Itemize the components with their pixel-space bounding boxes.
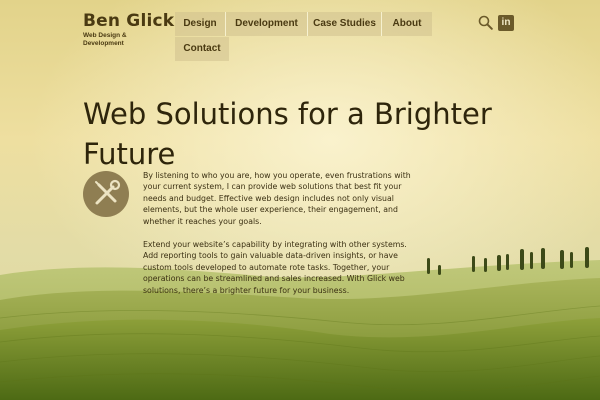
intro-text: By listening to who you are, how you ope… [143, 170, 411, 308]
nav-item-contact[interactable]: Contact [175, 37, 229, 61]
nav-item-label: Contact [183, 43, 221, 54]
search-icon[interactable] [478, 15, 493, 30]
intro-paragraph: Extend your website’s capability by inte… [143, 240, 407, 295]
nav-item-label: About [392, 18, 422, 29]
brand-logo[interactable]: Ben Glick Web Design & Development [83, 11, 174, 47]
page-title: Web Solutions for a Brighter Future [83, 97, 492, 171]
intro-paragraph: By listening to who you are, how you ope… [143, 171, 411, 226]
brand-name: Ben Glick [83, 11, 175, 31]
linkedin-icon[interactable]: in [498, 15, 514, 31]
nav-item-design[interactable]: Design [175, 12, 225, 36]
nav-item-about[interactable]: About [382, 12, 432, 36]
brand-tagline: Web Design & Development [83, 32, 127, 47]
nav-item-label: Development [235, 18, 298, 29]
nav-item-label: Case Studies [313, 18, 376, 29]
nav-item-development[interactable]: Development [226, 12, 307, 36]
tools-icon [83, 171, 129, 217]
nav-item-label: Design [183, 18, 217, 29]
nav-item-case-studies[interactable]: Case Studies [308, 12, 381, 36]
